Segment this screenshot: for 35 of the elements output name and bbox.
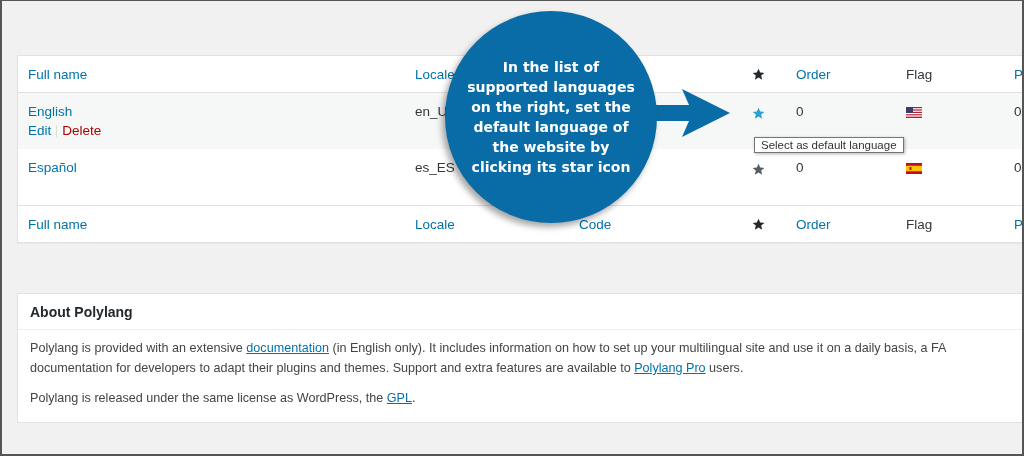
star-icon[interactable]: [752, 107, 765, 120]
star-icon: [752, 217, 765, 231]
column-header-link[interactable]: Locale: [415, 66, 455, 82]
cell-text: 0: [1014, 160, 1022, 175]
order-text: 0: [796, 160, 804, 175]
text-link[interactable]: GPL: [386, 391, 412, 405]
paragraph-line: documentation for developers to adapt their plugins and themes. Support and extra features are available to Polylang Pro users.: [30, 360, 744, 377]
column-header: Flag: [906, 66, 933, 82]
locale-text: es_ES: [415, 160, 455, 175]
callout-text: In the list of supported languages on the right, set the default language of the website by clicking its star icon: [467, 58, 635, 177]
star-icon: [752, 67, 765, 81]
delete-link[interactable]: Delete: [62, 123, 102, 138]
column-header-link[interactable]: Order: [796, 66, 831, 82]
column-footer-link[interactable]: Locale: [415, 216, 455, 232]
flag-icon: [906, 107, 922, 118]
text-link[interactable]: documentation: [246, 341, 329, 355]
column-footer-link[interactable]: Full name: [28, 216, 88, 232]
panel-title: About Polylang: [18, 294, 1022, 330]
star-icon[interactable]: [752, 163, 765, 176]
column-header-link[interactable]: P: [1014, 66, 1022, 82]
paragraph-line: Polylang is provided with an extensive documentation (in English only). It includes information on how to set up your multilingual site and use it on a daily basis, a FA: [30, 340, 947, 357]
column-footer: Flag: [906, 216, 933, 232]
edit-link[interactable]: Edit: [28, 123, 52, 138]
flag-icon: [906, 163, 922, 174]
tooltip: Select as default language: [754, 137, 904, 153]
column-footer-link[interactable]: P: [1014, 216, 1022, 232]
column-footer-link[interactable]: Order: [796, 216, 831, 232]
language-name-link[interactable]: Español: [28, 160, 77, 175]
text-link[interactable]: Polylang Pro: [634, 361, 706, 375]
column-header-link[interactable]: Full name: [28, 66, 88, 82]
paragraph-line: Polylang is released under the same license as WordPress, the GPL.: [30, 390, 416, 407]
cell-text: 0: [1014, 104, 1022, 119]
order-text: 0: [796, 104, 804, 119]
language-name-link[interactable]: English: [28, 104, 73, 119]
column-footer-link[interactable]: Code: [579, 216, 612, 232]
